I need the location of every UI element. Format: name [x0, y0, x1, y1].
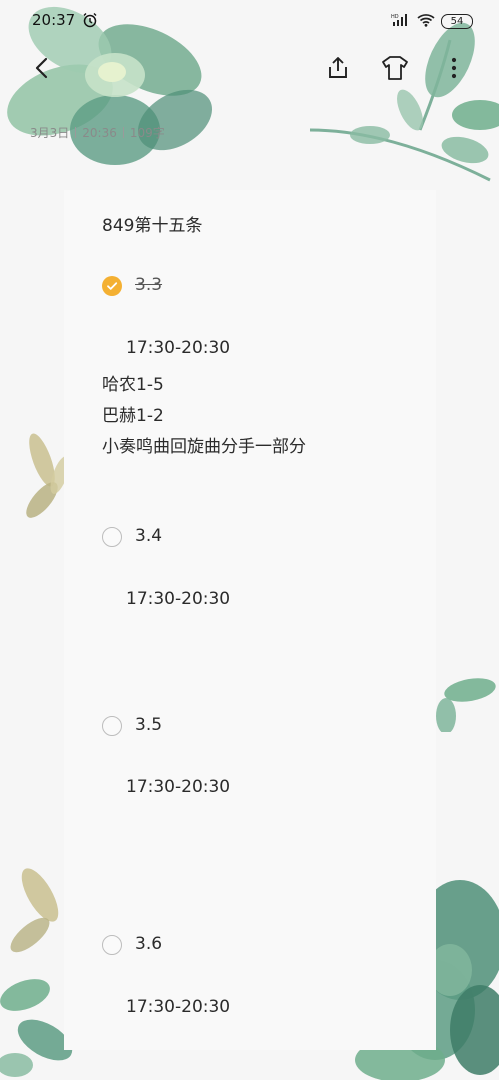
note-text-line[interactable]: 哈农1-5	[102, 370, 164, 395]
checklist-item-label[interactable]: 3.5	[135, 715, 162, 735]
share-button[interactable]	[322, 52, 354, 84]
checkbox-unchecked[interactable]	[102, 935, 122, 955]
more-vertical-icon	[451, 57, 457, 79]
note-body[interactable]: 849第十五条 3.3 17:30-20:30 哈农1-5 巴赫1-2 小奏鸣曲…	[0, 0, 499, 1080]
note-title[interactable]: 849第十五条	[102, 211, 202, 236]
checkbox-unchecked[interactable]	[102, 716, 122, 736]
time-range-text[interactable]: 17:30-20:30	[126, 338, 230, 358]
meta-divider	[122, 127, 124, 138]
theme-button[interactable]	[379, 52, 411, 84]
meta-date: 3月3日	[30, 126, 70, 140]
note-text-line[interactable]: 巴赫1-2	[102, 401, 164, 426]
checklist-item-label[interactable]: 3.3	[135, 275, 162, 295]
checklist-item-label[interactable]: 3.6	[135, 934, 162, 954]
note-text-line[interactable]: 小奏鸣曲回旋曲分手一部分	[102, 432, 306, 457]
meta-time: 20:36	[82, 125, 117, 140]
time-range-text[interactable]: 17:30-20:30	[126, 589, 230, 609]
checklist-item-label[interactable]: 3.4	[135, 526, 162, 546]
checkbox-checked[interactable]	[102, 276, 122, 296]
meta-char-count: 109字	[129, 126, 165, 140]
meta-divider	[75, 127, 77, 138]
time-range-text[interactable]: 17:30-20:30	[126, 777, 230, 797]
checkbox-unchecked[interactable]	[102, 527, 122, 547]
alarm-icon	[82, 12, 98, 32]
share-icon	[329, 57, 347, 78]
note-meta: 3月3日 20:36 109字	[30, 124, 165, 141]
theme-shirt-icon	[382, 56, 408, 80]
wifi-icon	[417, 12, 435, 31]
status-indicators: HD 54	[391, 12, 473, 31]
status-time: 20:37	[32, 11, 76, 29]
network-type-label: HD	[391, 14, 399, 20]
more-options-button[interactable]	[438, 52, 470, 84]
back-button[interactable]	[26, 52, 58, 84]
signal-icon: HD	[391, 12, 411, 31]
time-range-text[interactable]: 17:30-20:30	[126, 997, 230, 1017]
check-icon	[107, 282, 118, 290]
back-arrow-icon	[35, 57, 48, 79]
battery-indicator: 54	[441, 14, 473, 29]
editor-toolbar	[0, 46, 499, 90]
status-bar: 20:37 HD 54	[0, 0, 499, 42]
